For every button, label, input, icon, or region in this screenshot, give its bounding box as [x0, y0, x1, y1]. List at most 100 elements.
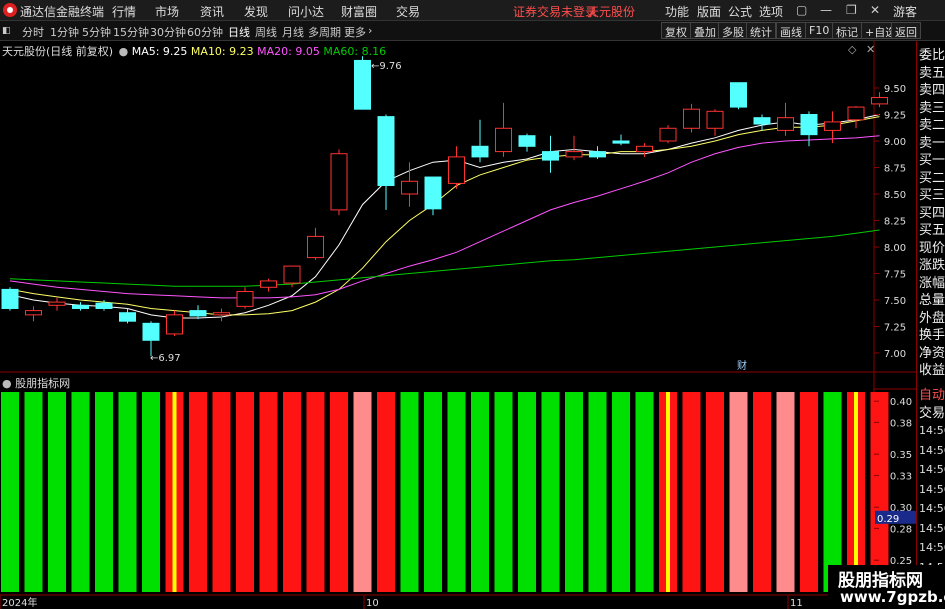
- indicator-bar: [541, 392, 560, 592]
- candle-body: [48, 301, 66, 306]
- candle-body: [401, 180, 418, 195]
- menu-trade[interactable]: 交易: [396, 3, 420, 20]
- multi-stock-button[interactable]: 多股: [718, 22, 748, 39]
- period-weekly[interactable]: 周线: [255, 24, 277, 40]
- settings-icon[interactable]: ●: [119, 45, 129, 58]
- quote-label: 买三: [919, 188, 945, 203]
- broker-login-status[interactable]: 证券交易未登录: [513, 3, 597, 20]
- menu-ask[interactable]: 问小达: [288, 3, 324, 20]
- app-title: 通达信金融终端: [20, 5, 105, 19]
- quote-label: 净资: [919, 345, 945, 361]
- candle: [25, 306, 42, 322]
- indicator-bar-body: [565, 392, 583, 592]
- menu-wealth-circle[interactable]: 财富圈: [341, 3, 377, 20]
- period-timeshare[interactable]: 分时: [22, 24, 44, 40]
- period-daily[interactable]: 日线: [228, 24, 250, 40]
- indicator-bar: [424, 392, 442, 592]
- candle-body: [706, 110, 724, 129]
- candle-body: [659, 127, 677, 142]
- low-price-label: ←6.97: [150, 353, 181, 364]
- candle: [636, 143, 653, 157]
- indicator-bar: [306, 392, 325, 592]
- indicator-bar: [95, 392, 113, 592]
- indicator-bar: [706, 392, 724, 592]
- ma60-line: [9, 229, 880, 287]
- menu-function[interactable]: 功能: [665, 3, 689, 20]
- period-60min[interactable]: 60分钟: [187, 24, 223, 40]
- trade-time: 14:56: [919, 463, 945, 476]
- candle: [330, 149, 348, 216]
- y-tick-label: 7.50: [884, 296, 906, 307]
- candle: [260, 278, 277, 292]
- kline-chart[interactable]: 7.00 7.25 7.50 7.75 8.00 8.25 8.50 8.75 9.00 9.25…: [0, 0, 945, 609]
- trade-label[interactable]: 交易: [919, 402, 945, 421]
- period-15min[interactable]: 15分钟: [113, 24, 149, 40]
- menu-market[interactable]: 市场: [155, 3, 179, 20]
- candle-body: [189, 310, 207, 317]
- period-1min[interactable]: 1分钟: [50, 24, 79, 40]
- close-icon[interactable]: ✕: [870, 3, 880, 17]
- draw-button[interactable]: 画线: [776, 22, 806, 39]
- y-tick-label: 9.25: [884, 111, 906, 122]
- f10-button[interactable]: F10: [805, 22, 834, 39]
- settings-icon[interactable]: ●: [2, 377, 12, 390]
- indicator-bar-body: [377, 392, 395, 592]
- quote-side-panel: 委比 卖五 卖四 卖三 卖二 卖一 买一 买二 买三 买四 买五 现价 涨跌 涨幅 总量 外盘 换手 净资 收益 自动…: [916, 41, 945, 609]
- menu-quotes[interactable]: 行情: [112, 3, 136, 20]
- close-icon[interactable]: ✕: [866, 43, 875, 56]
- mark-button[interactable]: 标记: [832, 22, 862, 39]
- indicator-bar-body: [753, 392, 771, 592]
- restore-icon[interactable]: ❐: [846, 3, 857, 17]
- menu-formula[interactable]: 公式: [728, 3, 752, 20]
- candle: [847, 106, 865, 129]
- quote-label: 买二: [919, 170, 945, 186]
- candle-body: [166, 314, 183, 335]
- back-button[interactable]: 返回: [891, 22, 921, 39]
- indicator-bar-body: [142, 392, 160, 592]
- menu-news[interactable]: 资讯: [200, 3, 224, 20]
- menu-options[interactable]: 选项: [759, 3, 783, 20]
- stats-button[interactable]: 统计: [746, 22, 776, 39]
- indicator-bar-body: [330, 392, 348, 592]
- square-icon[interactable]: ▢: [796, 3, 807, 17]
- candle: [377, 114, 395, 210]
- candle: [565, 135, 583, 161]
- indicator-bar: [165, 392, 184, 592]
- overlay-button[interactable]: 叠加: [690, 22, 720, 39]
- adjust-button[interactable]: 复权: [661, 22, 691, 39]
- candle-body: [471, 145, 489, 158]
- candle: [706, 109, 724, 136]
- indicator-bar: [283, 392, 301, 592]
- candle-body: [354, 59, 371, 110]
- indicator-bar: [71, 392, 90, 592]
- indicator-bar: [776, 392, 795, 592]
- menu-layout[interactable]: 版面: [697, 3, 721, 20]
- menu-discover[interactable]: 发现: [244, 3, 268, 20]
- ma20-line: [9, 135, 880, 299]
- indicator-bar: [48, 392, 66, 592]
- trade-label[interactable]: 自动: [919, 384, 945, 403]
- app-logo-icon: [3, 3, 17, 17]
- indicator-bar: [400, 392, 419, 592]
- minimize-icon[interactable]: —: [820, 3, 832, 17]
- trade-time: 14:56: [919, 482, 945, 496]
- diamond-icon[interactable]: ◇: [848, 43, 856, 56]
- period-multi[interactable]: 多周期: [308, 24, 341, 40]
- period-more[interactable]: 更多: [344, 24, 366, 40]
- period-5min[interactable]: 5分钟: [82, 24, 111, 40]
- indicator-bar-body: [612, 392, 630, 592]
- candle-body: [495, 127, 512, 153]
- candle-body: [142, 322, 160, 341]
- user-guest[interactable]: 游客: [893, 3, 917, 20]
- y-tick-label: 8.50: [884, 190, 906, 201]
- y-tick-label: 8.25: [884, 217, 906, 228]
- y-tick-label: 7.00: [884, 349, 906, 360]
- quote-label: 委比: [919, 48, 945, 63]
- chevron-right-icon[interactable]: ›: [368, 24, 372, 37]
- candle-body: [612, 140, 630, 144]
- period-30min[interactable]: 30分钟: [150, 24, 186, 40]
- indicator-bar: [259, 392, 278, 592]
- indicator-header: ● 股朋指标网: [2, 375, 70, 391]
- period-monthly[interactable]: 月线: [282, 24, 304, 40]
- panel-toggle-icon[interactable]: ◧: [2, 26, 11, 36]
